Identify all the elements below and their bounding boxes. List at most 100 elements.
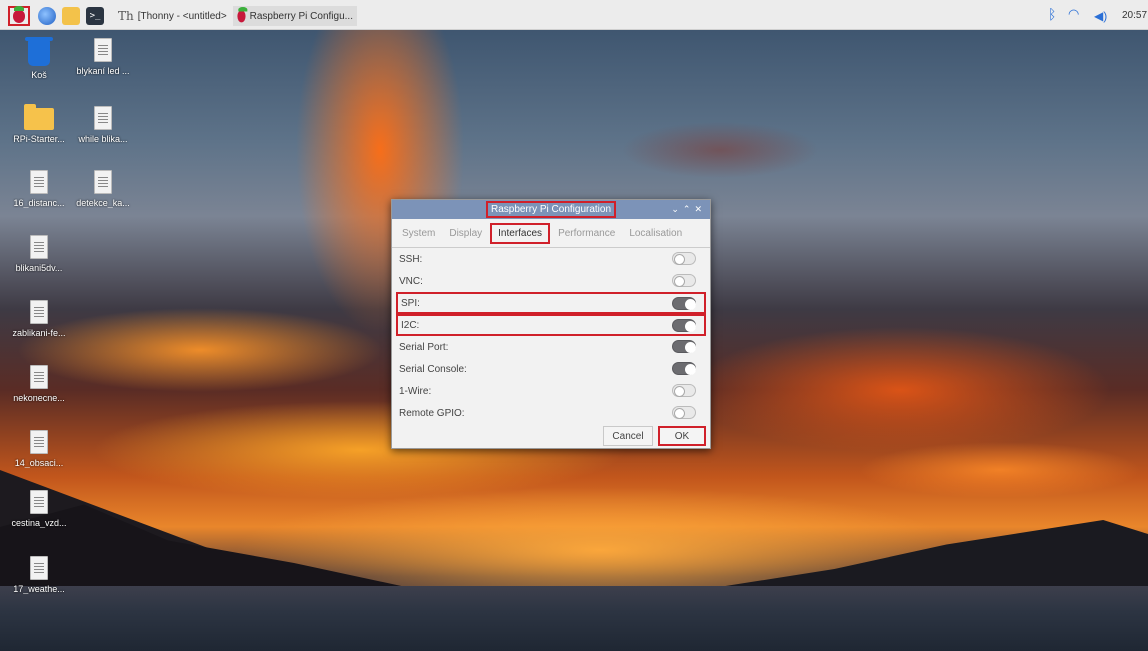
interface-row-remote-gpio: Remote GPIO: bbox=[396, 402, 706, 424]
desktop-icon-file[interactable]: detekce_ka... bbox=[68, 170, 138, 208]
interface-label: Serial Port: bbox=[399, 341, 449, 353]
tab-localisation[interactable]: Localisation bbox=[629, 228, 682, 239]
desktop-icon-label: Koš bbox=[31, 70, 47, 80]
terminal-icon: >_ bbox=[86, 7, 104, 25]
desktop-icon-file[interactable]: 17_weathe... bbox=[4, 556, 74, 594]
taskbar: >_ Th [Thonny - <untitled> ... Raspberry… bbox=[0, 0, 1148, 30]
toggle-knob bbox=[685, 321, 696, 332]
thonny-icon: Th bbox=[118, 9, 134, 23]
vnc-toggle[interactable] bbox=[672, 274, 696, 287]
interface-row-1-wire: 1-Wire: bbox=[396, 380, 706, 402]
ssh-toggle[interactable] bbox=[672, 252, 696, 265]
toggle-knob bbox=[685, 299, 696, 310]
tab-performance[interactable]: Performance bbox=[558, 228, 615, 239]
interface-row-ssh: SSH: bbox=[396, 248, 706, 270]
tab-interfaces[interactable]: Interfaces bbox=[490, 222, 551, 244]
toggle-knob bbox=[685, 364, 696, 375]
desktop-icon-label: 16_distanc... bbox=[13, 198, 65, 208]
document-icon bbox=[94, 106, 112, 130]
toggle-knob bbox=[674, 386, 685, 397]
desktop-icon-file[interactable]: cestina_vzd... bbox=[4, 490, 74, 528]
interface-label: SSH: bbox=[399, 253, 423, 265]
trash-icon bbox=[25, 37, 53, 66]
interface-label: VNC: bbox=[399, 275, 423, 287]
maximize-icon[interactable]: ⌃ bbox=[683, 204, 695, 214]
i2c-toggle[interactable] bbox=[672, 319, 696, 332]
taskbar-config-window[interactable]: Raspberry Pi Configu... bbox=[233, 6, 357, 26]
raspberry-pi-configuration-dialog: Raspberry Pi Configuration ⌄⌃✕ System Di… bbox=[391, 199, 711, 449]
document-icon bbox=[30, 235, 48, 259]
document-icon bbox=[94, 38, 112, 62]
interface-row-vnc: VNC: bbox=[396, 270, 706, 292]
dialog-title: Raspberry Pi Configuration bbox=[485, 201, 617, 218]
wallpaper-sea bbox=[0, 586, 1148, 651]
interface-row-spi: SPI: bbox=[396, 292, 706, 314]
interface-row-serial-console: Serial Console: bbox=[396, 358, 706, 380]
desktop-icon-file[interactable]: 16_distanc... bbox=[4, 170, 74, 208]
desktop-icon-label: blikani5dv... bbox=[15, 263, 63, 273]
toggle-knob bbox=[674, 254, 685, 265]
toggle-knob bbox=[674, 276, 685, 287]
document-icon bbox=[30, 300, 48, 324]
raspberry-icon bbox=[13, 5, 25, 23]
taskbar-config-label: Raspberry Pi Configu... bbox=[249, 10, 353, 22]
toggle-knob bbox=[674, 408, 685, 419]
tab-display[interactable]: Display bbox=[449, 228, 482, 239]
document-icon bbox=[30, 490, 48, 514]
desktop-icon-folder[interactable]: RPi-Starter... bbox=[4, 104, 74, 144]
desktop-icon-label: cestina_vzd... bbox=[11, 518, 67, 528]
document-icon bbox=[30, 430, 48, 454]
serial-console-toggle[interactable] bbox=[672, 362, 696, 375]
wifi-icon[interactable]: ◠ bbox=[1068, 6, 1079, 22]
desktop-icon-label: blykaní led ... bbox=[76, 66, 130, 76]
interface-label: I2C: bbox=[401, 319, 420, 331]
window-controls: ⌄⌃✕ bbox=[671, 200, 706, 219]
tab-system[interactable]: System bbox=[402, 228, 435, 239]
cancel-button[interactable]: Cancel bbox=[603, 426, 653, 446]
raspberry-menu-button[interactable] bbox=[8, 5, 30, 26]
terminal-launcher[interactable]: >_ bbox=[86, 7, 104, 25]
document-icon bbox=[30, 556, 48, 580]
desktop-icon-label: 14_obsaci... bbox=[14, 458, 64, 468]
remote-gpio-toggle[interactable] bbox=[672, 406, 696, 419]
desktop-icon-label: detekce_ka... bbox=[76, 198, 130, 208]
one-wire-toggle[interactable] bbox=[672, 384, 696, 397]
interface-row-serial-port: Serial Port: bbox=[396, 336, 706, 358]
dialog-tabs: System Display Interfaces Performance Lo… bbox=[392, 219, 710, 248]
interface-row-i2c: I2C: bbox=[396, 314, 706, 336]
ok-button[interactable]: OK bbox=[658, 426, 706, 446]
wallpaper-mountain-right bbox=[700, 520, 1148, 590]
spi-toggle[interactable] bbox=[672, 297, 696, 310]
close-icon[interactable]: ✕ bbox=[694, 204, 706, 214]
interfaces-list: SSH: VNC: SPI: I2C: Serial Port: Serial … bbox=[396, 248, 706, 424]
desktop-icon-label: nekonecne... bbox=[13, 393, 65, 403]
bluetooth-icon[interactable]: ᛒ bbox=[1048, 6, 1056, 22]
serial-port-toggle[interactable] bbox=[672, 340, 696, 353]
interface-label: Remote GPIO: bbox=[399, 407, 465, 419]
desktop-icon-trash[interactable]: Koš bbox=[4, 37, 74, 80]
desktop-icon-file[interactable]: zablikani-fe... bbox=[4, 300, 74, 338]
desktop-icon-file[interactable]: blikani5dv... bbox=[4, 235, 74, 273]
document-icon bbox=[30, 365, 48, 389]
folder-icon bbox=[62, 7, 80, 25]
volume-icon[interactable]: ◀) bbox=[1094, 9, 1107, 23]
desktop-icon-label: zablikani-fe... bbox=[12, 328, 66, 338]
file-manager-launcher[interactable] bbox=[62, 7, 80, 25]
interface-label: SPI: bbox=[401, 297, 420, 309]
desktop-icon-file[interactable]: while blika... bbox=[68, 106, 138, 144]
minimize-icon[interactable]: ⌄ bbox=[671, 204, 683, 214]
document-icon bbox=[30, 170, 48, 194]
taskbar-thonny-label: [Thonny - <untitled> ... bbox=[137, 10, 230, 22]
web-browser-launcher[interactable] bbox=[38, 7, 56, 25]
clock[interactable]: 20:57 bbox=[1122, 10, 1147, 21]
desktop-icon-file[interactable]: nekonecne... bbox=[4, 365, 74, 403]
desktop-icon-label: while blika... bbox=[78, 134, 128, 144]
document-icon bbox=[94, 170, 112, 194]
desktop-icon-file[interactable]: blykaní led ... bbox=[68, 38, 138, 76]
desktop-icon-file[interactable]: 14_obsaci... bbox=[4, 430, 74, 468]
desktop-icon-label: 17_weathe... bbox=[13, 584, 65, 594]
taskbar-thonny-window[interactable]: Th [Thonny - <untitled> ... bbox=[114, 6, 230, 26]
folder-icon bbox=[24, 104, 54, 130]
desktop-icon-label: RPi-Starter... bbox=[13, 134, 65, 144]
dialog-titlebar[interactable]: Raspberry Pi Configuration ⌄⌃✕ bbox=[392, 200, 710, 219]
